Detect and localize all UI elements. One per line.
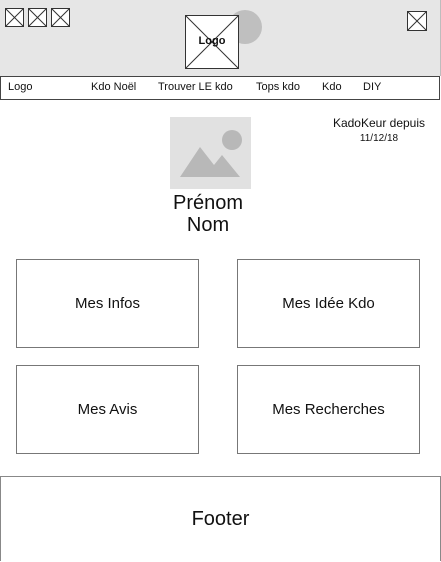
- member-since: KadoKeur depuis 11/12/18: [322, 115, 436, 147]
- nav-item-tops-kdo[interactable]: Tops kdo: [256, 81, 300, 93]
- my-searches-button[interactable]: Mes Recherches: [237, 365, 420, 454]
- footer-label: Footer: [191, 507, 250, 530]
- close-placeholder-icon[interactable]: [407, 11, 427, 31]
- my-info-button[interactable]: Mes Infos: [16, 259, 199, 348]
- nav-item-kdo[interactable]: Kdo: [322, 81, 342, 93]
- logo-label: Logo: [198, 35, 226, 47]
- placeholder-icon-3[interactable]: [51, 8, 70, 27]
- my-gift-ideas-button[interactable]: Mes Idée Kdo: [237, 259, 420, 348]
- header: Logo: [0, 0, 441, 76]
- first-name: Prénom: [172, 192, 244, 214]
- nav-item-diy[interactable]: DIY: [363, 81, 381, 93]
- user-name: Prénom Nom: [150, 192, 266, 236]
- my-reviews-button[interactable]: Mes Avis: [16, 365, 199, 454]
- last-name: Nom: [186, 214, 230, 236]
- image-placeholder-icon: [180, 130, 242, 177]
- placeholder-icon-1[interactable]: [5, 8, 24, 27]
- avatar[interactable]: [170, 117, 251, 189]
- member-since-date: 11/12/18: [359, 133, 399, 144]
- logo[interactable]: Logo: [185, 15, 239, 69]
- nav-item-logo[interactable]: Logo: [8, 81, 32, 93]
- member-since-label: KadoKeur depuis: [332, 116, 426, 130]
- placeholder-icon-2[interactable]: [28, 8, 47, 27]
- nav-item-kdo-noel[interactable]: Kdo Noël: [91, 81, 136, 93]
- nav-item-trouver-le-kdo[interactable]: Trouver LE kdo: [158, 81, 233, 93]
- footer: Footer: [0, 476, 441, 561]
- nav-bar: Logo Kdo Noël Trouver LE kdo Tops kdo Kd…: [0, 76, 440, 100]
